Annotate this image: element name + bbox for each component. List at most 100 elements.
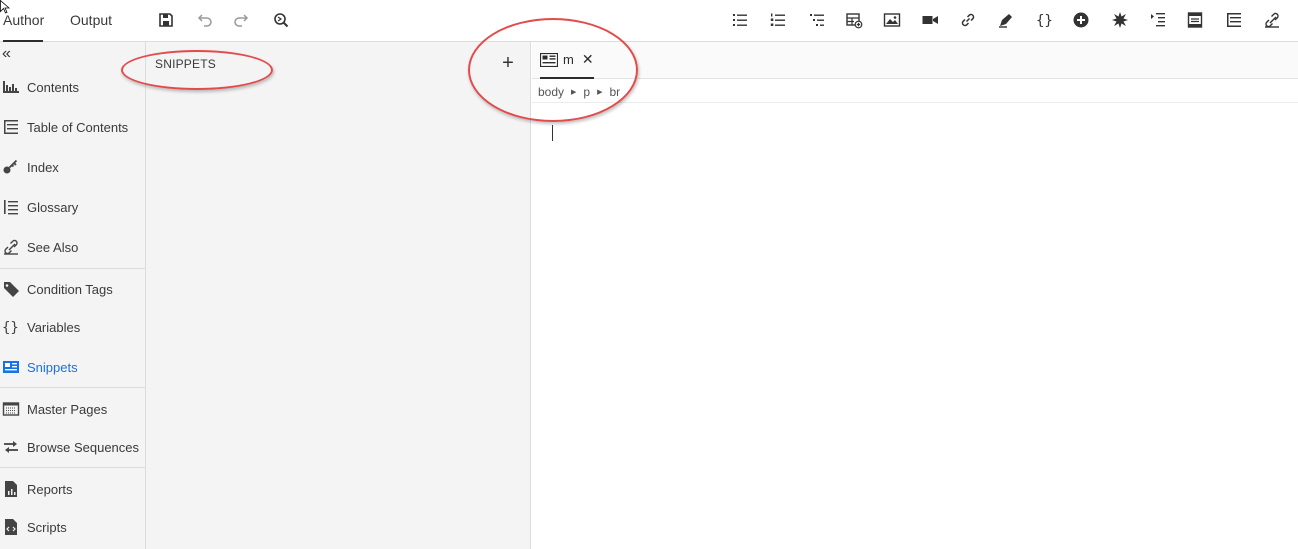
- insert-link-button[interactable]: [957, 9, 979, 31]
- nav-item-label: Master Pages: [27, 401, 108, 417]
- master-page-icon: [1, 399, 21, 419]
- document-tab-label: m: [563, 52, 574, 67]
- nav-item-label: Contents: [27, 79, 80, 95]
- table-insert-icon: [846, 13, 863, 29]
- nav-item-variables[interactable]: {} Variables: [0, 313, 145, 341]
- mode-tabs: Author Output: [0, 0, 145, 42]
- numbered-list-button[interactable]: [767, 9, 789, 31]
- insert-symbol-button[interactable]: [1109, 9, 1131, 31]
- editor-content-area[interactable]: [532, 103, 1298, 549]
- nav-divider: [0, 467, 145, 468]
- nav-item-scripts[interactable]: Scripts: [0, 513, 145, 541]
- insert-bookmark-button[interactable]: [995, 9, 1017, 31]
- top-header: Author Output {}: [0, 0, 1298, 42]
- toc-insert-icon: [1151, 13, 1165, 27]
- breadcrumb-item[interactable]: body: [538, 85, 564, 99]
- find-replace-button[interactable]: [269, 9, 291, 31]
- insert-variable-button[interactable]: {}: [1033, 9, 1055, 31]
- toc-icon: [1, 117, 21, 137]
- insert-master-page-button[interactable]: [1184, 9, 1206, 31]
- link-icon: [961, 13, 975, 27]
- redo-icon: [234, 14, 249, 27]
- see-also-icon: [1265, 12, 1279, 28]
- multilevel-list-button[interactable]: [806, 9, 828, 31]
- page-layout-icon: [1187, 12, 1203, 28]
- snippet-icon: [1, 357, 21, 377]
- save-icon: [159, 13, 173, 27]
- bullet-list-icon: [733, 14, 747, 26]
- snippet-icon: [540, 52, 558, 67]
- insert-snippet-button[interactable]: [1070, 9, 1092, 31]
- braces-icon: {}: [1036, 13, 1053, 29]
- nav-item-glossary[interactable]: Glossary: [0, 193, 145, 221]
- nav-item-label: Glossary: [27, 199, 79, 215]
- nav-item-label: Index: [27, 159, 59, 175]
- tab-author[interactable]: Author: [3, 12, 44, 28]
- insert-toc-button[interactable]: [1147, 9, 1169, 31]
- report-icon: [1, 479, 21, 499]
- undo-icon: [197, 14, 212, 27]
- braces-icon: {}: [1, 317, 21, 337]
- numbered-list-icon: [770, 13, 785, 26]
- insert-image-button[interactable]: [881, 9, 903, 31]
- document-tab-bar: m ✕: [532, 42, 1298, 79]
- nav-item-label: Snippets: [27, 359, 78, 375]
- nav-item-snippets[interactable]: Snippets: [0, 353, 145, 381]
- script-icon: [1, 517, 21, 537]
- breadcrumb-item[interactable]: p: [583, 85, 590, 99]
- panel-title: SNIPPETS: [155, 57, 216, 71]
- image-icon: [883, 13, 901, 27]
- contents-icon: [1, 77, 21, 97]
- text-caret: [552, 125, 553, 141]
- find-icon: [274, 13, 289, 28]
- nav-item-label: Condition Tags: [27, 281, 113, 297]
- breadcrumb-separator: ▶: [571, 89, 577, 96]
- glossary-icon: [1, 197, 21, 217]
- nav-item-label: Table of Contents: [27, 119, 129, 135]
- save-button[interactable]: [155, 9, 177, 31]
- nav-item-label: See Also: [27, 239, 79, 255]
- bulleted-list-button[interactable]: [729, 9, 751, 31]
- svg-text:{}: {}: [2, 320, 19, 336]
- multilevel-list-icon: [810, 14, 824, 26]
- breadcrumb: body ▶ p ▶ br: [538, 83, 620, 101]
- svg-text:{}: {}: [1036, 13, 1053, 29]
- document-tab[interactable]: m ✕: [540, 42, 594, 79]
- tab-output[interactable]: Output: [70, 12, 112, 28]
- nav-item-label: Variables: [27, 319, 81, 335]
- redo-button[interactable]: [231, 9, 253, 31]
- add-snippet-button[interactable]: +: [498, 51, 518, 75]
- breadcrumb-item[interactable]: br: [610, 85, 621, 99]
- nav-item-label: Scripts: [27, 519, 67, 535]
- star-burst-icon: [1112, 12, 1128, 28]
- see-also-button[interactable]: [1261, 9, 1283, 31]
- see-also-icon: [1, 237, 21, 257]
- table-of-contents-button[interactable]: [1223, 9, 1245, 31]
- insert-table-button[interactable]: [843, 9, 865, 31]
- nav-item-condition-tags[interactable]: Condition Tags: [0, 275, 145, 303]
- video-icon: [922, 16, 938, 24]
- editor: m ✕ body ▶ p ▶ br: [532, 42, 1298, 549]
- nav-item-reports[interactable]: Reports: [0, 475, 145, 503]
- nav-item-contents[interactable]: Contents: [0, 73, 145, 101]
- breadcrumb-separator: ▶: [597, 89, 603, 96]
- nav-divider: [0, 268, 145, 269]
- key-icon: [1, 157, 21, 177]
- insert-video-button[interactable]: [919, 9, 941, 31]
- nav-item-table-of-contents[interactable]: Table of Contents: [0, 113, 145, 141]
- left-navigation: « Contents Table of Contents Index Gloss…: [0, 42, 146, 549]
- tag-icon: [1, 279, 21, 299]
- nav-item-master-pages[interactable]: Master Pages: [0, 395, 145, 423]
- undo-button[interactable]: [193, 9, 215, 31]
- bookmark-icon: [999, 14, 1012, 28]
- plus-circle-icon: [1073, 12, 1089, 28]
- collapse-panel-button[interactable]: «: [2, 44, 11, 64]
- close-icon[interactable]: ✕: [582, 51, 594, 68]
- nav-item-index[interactable]: Index: [0, 153, 145, 181]
- nav-item-browse-sequences[interactable]: Browse Sequences: [0, 433, 145, 461]
- toc-icon: [1227, 13, 1241, 27]
- nav-divider: [0, 387, 145, 388]
- nav-item-label: Reports: [27, 481, 73, 497]
- mouse-pointer-icon: [0, 0, 10, 14]
- nav-item-see-also[interactable]: See Also: [0, 233, 145, 261]
